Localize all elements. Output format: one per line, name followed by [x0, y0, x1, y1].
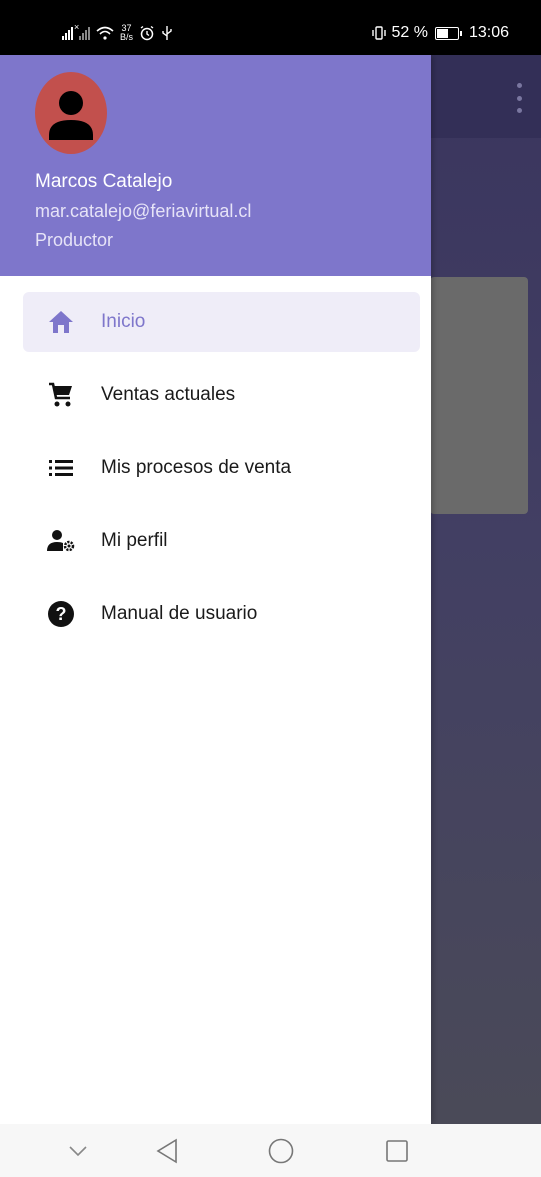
svg-text:?: ?	[56, 604, 67, 624]
cart-icon	[47, 381, 75, 409]
clock: 13:06	[468, 24, 509, 41]
app-card	[430, 277, 528, 514]
recents-icon[interactable]	[382, 1136, 412, 1166]
more-vertical-icon[interactable]	[513, 83, 525, 113]
drawer-menu: Inicio Ventas actuales Mis procesos de v…	[0, 292, 431, 657]
menu-label: Ventas actuales	[101, 384, 236, 405]
user-name: Marcos Catalejo	[35, 171, 173, 192]
avatar[interactable]	[35, 72, 107, 154]
help-icon: ?	[47, 600, 75, 628]
menu-label: Inicio	[101, 311, 146, 332]
drawer-header: Marcos Catalejo mar.catalejo@feriavirtua…	[0, 55, 431, 276]
home-icon	[47, 308, 75, 336]
collapse-icon[interactable]	[63, 1136, 93, 1166]
home-circle-icon[interactable]	[266, 1136, 296, 1166]
menu-item-inicio[interactable]: Inicio	[23, 292, 420, 352]
vibrate-icon	[372, 26, 387, 40]
user-settings-icon	[47, 527, 75, 555]
menu-label: Mis procesos de venta	[101, 457, 292, 478]
usb-icon	[162, 26, 172, 40]
back-icon[interactable]	[152, 1136, 182, 1166]
net-speed-unit: B/s	[120, 32, 134, 42]
menu-label: Manual de usuario	[101, 603, 258, 624]
menu-item-mis-procesos-de-venta[interactable]: Mis procesos de venta	[23, 438, 420, 498]
signal-icon	[62, 26, 73, 40]
list-icon	[47, 454, 75, 482]
menu-item-mi-perfil[interactable]: Mi perfil	[23, 511, 420, 571]
user-role: Productor	[35, 230, 114, 250]
person-icon	[49, 91, 93, 140]
signal-x-icon: ×	[74, 22, 90, 40]
navigation-drawer: Marcos Catalejo mar.catalejo@feriavirtua…	[0, 55, 431, 1124]
menu-item-manual-de-usuario[interactable]: ? Manual de usuario	[23, 584, 420, 644]
top-strip	[0, 0, 541, 12]
battery-percent: 52 %	[391, 24, 428, 41]
status-right: 52 % 13:06	[371, 24, 509, 42]
battery-icon	[434, 26, 462, 40]
screen: × 37 B/s 52 % 13:06 Marcos Catalejo mar.…	[0, 0, 541, 1177]
menu-label: Mi perfil	[101, 530, 168, 551]
status-left: × 37 B/s	[62, 22, 173, 42]
net-speed: 37 B/s	[120, 24, 133, 42]
wifi-icon	[96, 26, 114, 40]
user-email: mar.catalejo@feriavirtual.cl	[35, 201, 252, 221]
system-nav-bar	[0, 1124, 541, 1177]
menu-item-ventas-actuales[interactable]: Ventas actuales	[23, 365, 420, 425]
status-bar: × 37 B/s 52 % 13:06	[0, 12, 541, 55]
alarm-icon	[140, 25, 154, 41]
